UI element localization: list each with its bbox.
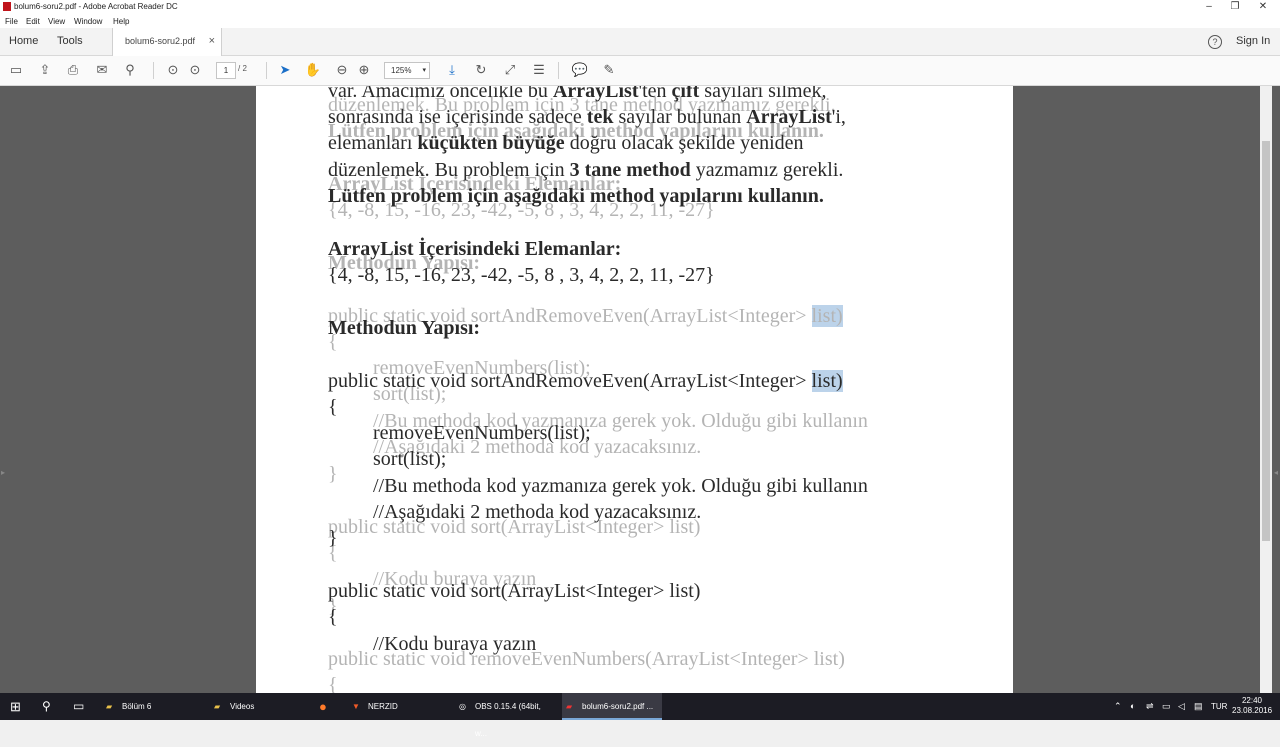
menu-view[interactable]: View bbox=[48, 17, 65, 26]
menu-edit[interactable]: Edit bbox=[26, 17, 40, 26]
language-indicator[interactable]: TUR bbox=[1211, 693, 1227, 720]
task-view-icon[interactable]: ▭ bbox=[73, 693, 84, 720]
taskbar-app-obs[interactable]: ◎ OBS 0.15.4 (64bit, w... bbox=[455, 693, 555, 738]
acrobat-logo-icon bbox=[3, 2, 11, 11]
pdf-icon: ▰ bbox=[566, 702, 573, 711]
firefox-icon[interactable]: ● bbox=[319, 693, 327, 720]
code-line: } bbox=[328, 527, 338, 549]
windows-start-icon[interactable]: ⊞ bbox=[10, 693, 21, 720]
menu-help[interactable]: Help bbox=[113, 17, 129, 26]
code-line: public static void sort(ArrayList<Intege… bbox=[328, 580, 701, 602]
taskbar-app-brave[interactable]: ▼ NERZID bbox=[348, 693, 448, 720]
restore-button[interactable]: ❐ bbox=[1222, 0, 1248, 14]
toolbar: ▭ ⇪ ⎙ ✉ ⚲ ⊙ ⊙ 1 / 2 ➤ ✋ ⊖ ⊕ 125% ▾ ⤓ ↻ ⤢… bbox=[0, 56, 1280, 86]
tab-bar: Home Tools bolum6-soru2.pdf × ? Sign In bbox=[0, 28, 1280, 56]
prev-page-icon[interactable]: ⊙ bbox=[164, 61, 182, 79]
fit-page-icon[interactable]: ⤓ bbox=[443, 61, 461, 79]
paragraph-line: düzenlemek. Bu problem için 3 tane metho… bbox=[328, 159, 844, 181]
battery-icon[interactable]: ▭ bbox=[1162, 693, 1171, 720]
menu-window[interactable]: Window bbox=[74, 17, 102, 26]
ghost-text: } bbox=[328, 463, 338, 485]
full-screen-icon[interactable]: ⤢ bbox=[501, 61, 519, 79]
search-icon[interactable]: ⚲ bbox=[121, 61, 139, 79]
show-hidden-icons-icon[interactable]: ⌃ bbox=[1114, 693, 1122, 720]
taskbar-app-acrobat[interactable]: ▰ bolum6-soru2.pdf ... bbox=[562, 693, 662, 720]
code-line: { bbox=[328, 396, 338, 418]
code-line: public static void sortAndRemoveEven(Arr… bbox=[328, 370, 843, 392]
zoom-out-icon[interactable]: ⊖ bbox=[333, 61, 351, 79]
upload-icon[interactable]: ⇪ bbox=[36, 61, 54, 79]
instruction-line: Lütfen problem için aşağıdaki method yap… bbox=[328, 185, 824, 207]
page-number-input[interactable]: 1 bbox=[216, 62, 236, 79]
ghost-text: { bbox=[328, 674, 338, 693]
section-heading-method: Methodun Yapısı: bbox=[328, 317, 481, 339]
volume-icon[interactable]: ◁ bbox=[1178, 693, 1185, 720]
close-tab-icon[interactable]: × bbox=[209, 28, 215, 55]
zoom-in-icon[interactable]: ⊕ bbox=[355, 61, 373, 79]
separator bbox=[266, 62, 267, 79]
sign-in-link[interactable]: Sign In bbox=[1236, 28, 1270, 55]
next-page-icon[interactable]: ⊙ bbox=[186, 61, 204, 79]
scroll-thumb[interactable] bbox=[1262, 141, 1270, 541]
taskbar: ⊞ ⚲ ▭ ▰ Bölüm 6 ▰ Videos ● ▼ NERZID ◎ OBS 0.… bbox=[0, 693, 1280, 738]
paragraph-line: var. Amacımız öncelikle bu ArrayList'ten… bbox=[328, 86, 827, 102]
code-line: removeEvenNumbers(list); bbox=[373, 422, 591, 444]
zoom-select[interactable]: 125% ▾ bbox=[384, 62, 430, 79]
paragraph-line: elemanları küçükten büyüğe doğru olacak … bbox=[328, 132, 804, 154]
pen-icon[interactable]: ✎ bbox=[600, 61, 618, 79]
code-comment: //Bu methoda kod yazmanıza gerek yok. Ol… bbox=[373, 475, 868, 497]
section-heading-elements: ArrayList İçerisindeki Elemanlar: bbox=[328, 238, 622, 260]
separator bbox=[558, 62, 559, 79]
clock[interactable]: 22:40 23.08.2016 bbox=[1232, 696, 1272, 716]
search-icon[interactable]: ⚲ bbox=[42, 693, 51, 720]
folder-icon: ▰ bbox=[106, 702, 113, 711]
minimize-button[interactable]: – bbox=[1196, 0, 1222, 14]
right-panel-toggle-icon[interactable]: ◂ bbox=[1274, 468, 1278, 477]
ghost-text: list) bbox=[811, 305, 843, 327]
chevron-down-icon: ▾ bbox=[422, 67, 426, 74]
code-comment: //Kodu buraya yazın bbox=[373, 633, 537, 655]
close-button[interactable]: ✕ bbox=[1250, 0, 1276, 14]
vertical-scrollbar[interactable] bbox=[1260, 86, 1272, 693]
code-line: sort(list); bbox=[373, 448, 447, 470]
folder-icon: ▰ bbox=[214, 702, 221, 711]
read-mode-icon[interactable]: ☰ bbox=[530, 61, 548, 79]
print-icon[interactable]: ⎙ bbox=[64, 61, 82, 79]
taskbar-app-videos[interactable]: ▰ Videos bbox=[210, 693, 310, 720]
paragraph-line: sonrasında ise içerisinde sadece tek say… bbox=[328, 106, 846, 128]
menu-bar: File Edit View Window Help bbox=[0, 14, 1280, 28]
email-icon[interactable]: ✉ bbox=[93, 61, 111, 79]
comment-icon[interactable]: 💬 bbox=[571, 61, 589, 79]
tab-document[interactable]: bolum6-soru2.pdf × bbox=[112, 28, 222, 56]
tab-tools[interactable]: Tools bbox=[57, 28, 83, 55]
hand-icon[interactable]: ✋ bbox=[304, 61, 322, 79]
brave-icon: ▼ bbox=[352, 702, 360, 711]
notifications-icon[interactable]: ▤ bbox=[1194, 693, 1203, 720]
code-comment: //Aşağıdaki 2 methoda kod yazacaksınız. bbox=[373, 501, 702, 523]
document-tab-label: bolum6-soru2.pdf bbox=[125, 36, 196, 46]
bluetooth-icon[interactable]: ⇌ bbox=[1146, 693, 1154, 720]
taskbar-app-folder-bolum6[interactable]: ▰ Bölüm 6 bbox=[102, 693, 202, 720]
separator bbox=[153, 62, 154, 79]
array-elements: {4, -8, 15, -16, 23, -42, -5, 8 , 3, 4, … bbox=[328, 264, 715, 286]
save-icon[interactable]: ▭ bbox=[7, 61, 25, 79]
pdf-page: düzenlemek. Bu problem için 3 tane metho… bbox=[256, 86, 1013, 693]
page-total: / 2 bbox=[238, 64, 247, 73]
help-icon[interactable]: ? bbox=[1208, 35, 1222, 49]
code-line: { bbox=[328, 606, 338, 628]
selected-text[interactable]: list) bbox=[811, 370, 843, 392]
document-viewer[interactable]: ▸ ◂ düzenlemek. Bu problem için 3 tane m… bbox=[0, 86, 1280, 693]
title-bar: bolum6-soru2.pdf - Adobe Acrobat Reader … bbox=[0, 0, 1280, 14]
obs-icon: ◎ bbox=[459, 702, 466, 711]
menu-file[interactable]: File bbox=[5, 17, 18, 26]
rotate-icon[interactable]: ↻ bbox=[472, 61, 490, 79]
left-panel-toggle-icon[interactable]: ▸ bbox=[1, 468, 5, 477]
network-icon[interactable]: ◐ bbox=[1130, 693, 1135, 720]
window-title: bolum6-soru2.pdf - Adobe Acrobat Reader … bbox=[14, 2, 178, 11]
tab-home[interactable]: Home bbox=[9, 28, 38, 55]
zoom-value: 125% bbox=[391, 66, 412, 75]
select-cursor-icon[interactable]: ➤ bbox=[276, 61, 294, 79]
